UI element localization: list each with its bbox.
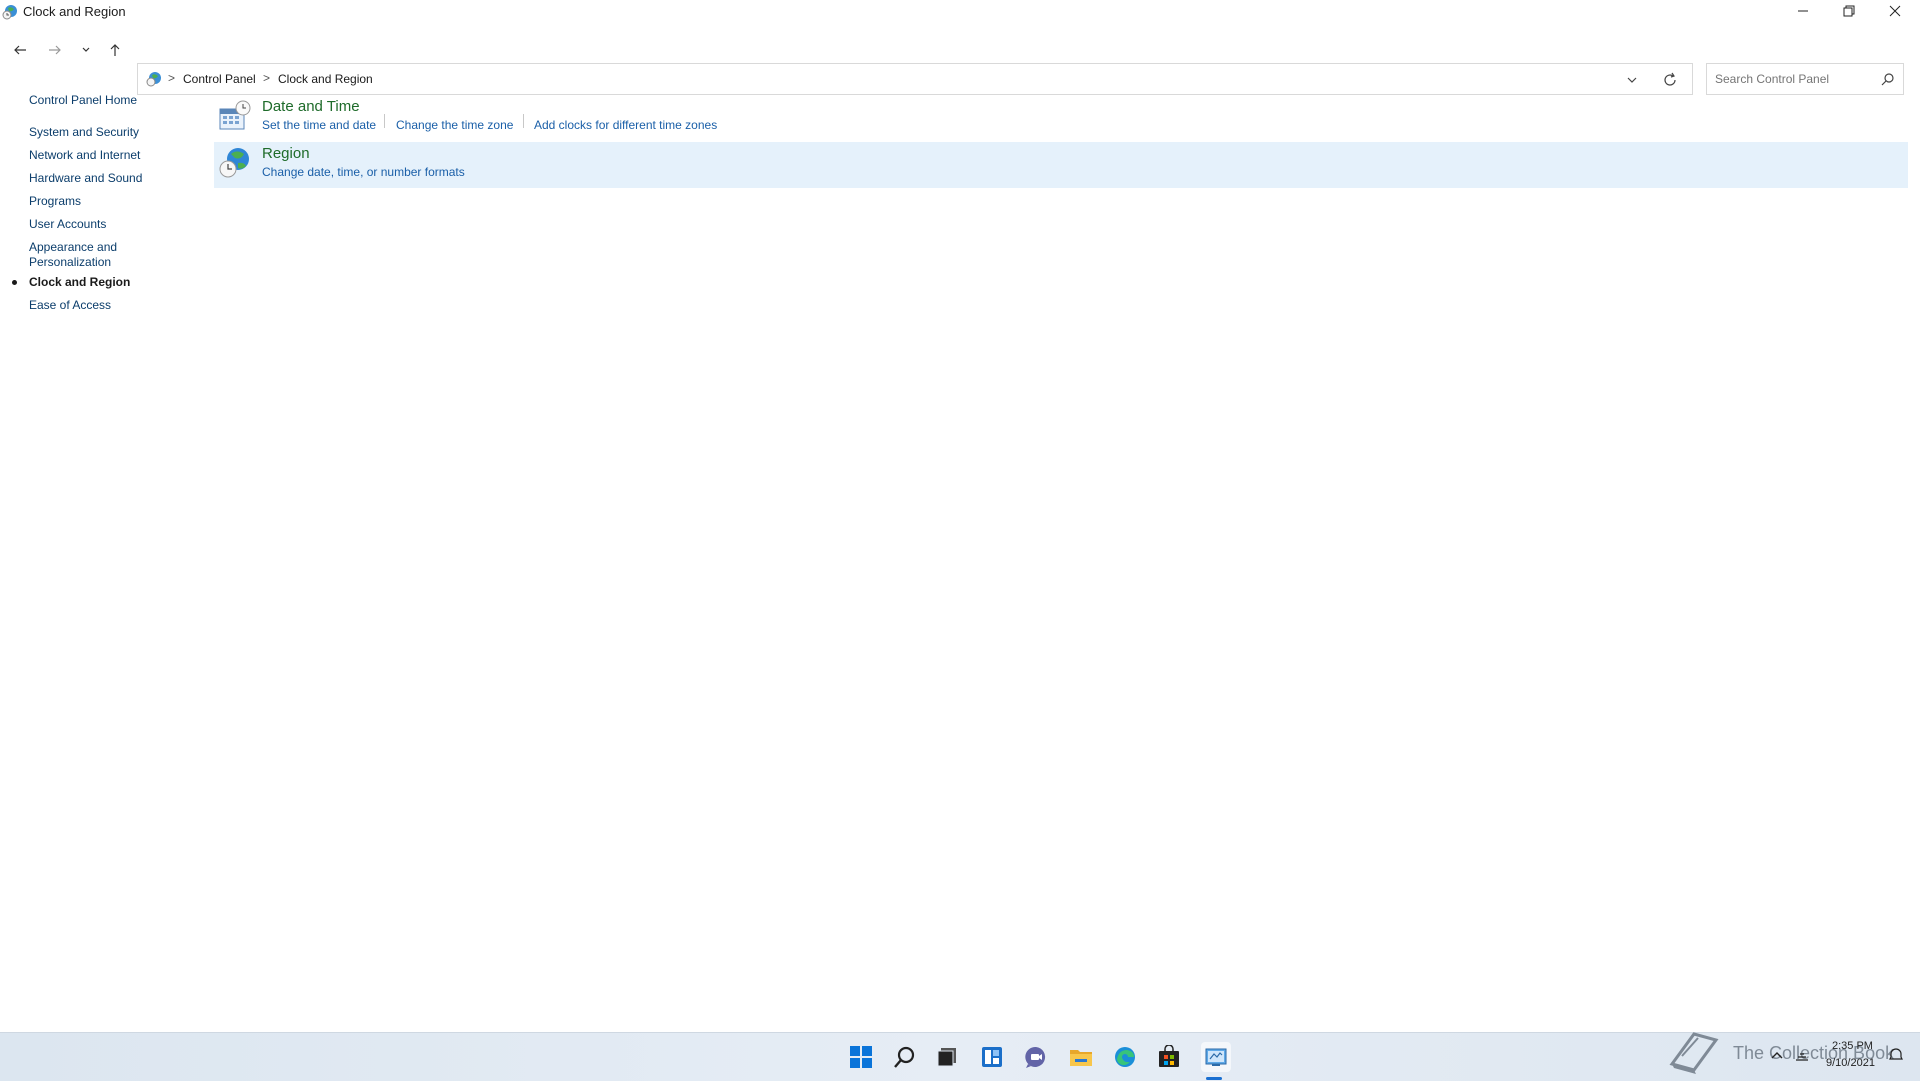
clock-time[interactable]: 2:35 PM bbox=[1832, 1040, 1873, 1052]
sidebar-item-network-and-internet[interactable]: Network and Internet bbox=[29, 148, 140, 163]
sidebar-item-control-panel-home[interactable]: Control Panel Home bbox=[29, 93, 137, 108]
minimize-button[interactable] bbox=[1780, 0, 1825, 22]
control-panel-icon bbox=[1205, 1048, 1227, 1066]
search-icon[interactable] bbox=[1881, 72, 1895, 86]
notification-icon[interactable] bbox=[1889, 1048, 1903, 1062]
search-icon bbox=[894, 1046, 915, 1068]
search-box[interactable] bbox=[1706, 63, 1904, 95]
start-button[interactable] bbox=[848, 1044, 874, 1070]
search-input[interactable] bbox=[1715, 70, 1875, 88]
store-button[interactable] bbox=[1156, 1044, 1182, 1070]
breadcrumb-clock-and-region[interactable]: Clock and Region bbox=[278, 72, 373, 86]
window-title: Clock and Region bbox=[23, 4, 126, 19]
sidebar-item-ease-of-access[interactable]: Ease of Access bbox=[29, 298, 111, 313]
link-separator bbox=[523, 114, 524, 128]
control-panel-icon bbox=[146, 72, 161, 87]
globe-clock-icon bbox=[219, 148, 249, 178]
sidebar-item-clock-and-region[interactable]: Clock and Region bbox=[29, 275, 130, 290]
category-region[interactable]: Region Change date, time, or number form… bbox=[214, 142, 1908, 188]
up-button[interactable] bbox=[105, 40, 125, 60]
task-view-icon bbox=[937, 1048, 956, 1067]
recent-locations-button[interactable] bbox=[76, 40, 96, 60]
start-icon bbox=[850, 1046, 872, 1068]
arrow-right-icon bbox=[49, 45, 61, 55]
sidebar-item-system-and-security[interactable]: System and Security bbox=[29, 125, 139, 140]
change-formats-link[interactable]: Change date, time, or number formats bbox=[262, 165, 465, 179]
edge-icon bbox=[1115, 1047, 1135, 1067]
control-panel-taskbar-button[interactable] bbox=[1201, 1042, 1231, 1072]
arrow-up-icon bbox=[110, 44, 120, 56]
refresh-icon[interactable] bbox=[1662, 72, 1678, 88]
link-separator bbox=[384, 114, 385, 128]
file-explorer-button[interactable] bbox=[1068, 1044, 1094, 1070]
control-panel-icon bbox=[2, 5, 17, 20]
clock-date[interactable]: 9/10/2021 bbox=[1826, 1057, 1875, 1069]
widgets-icon bbox=[982, 1047, 1002, 1067]
taskbar bbox=[0, 1032, 1920, 1081]
task-view-button[interactable] bbox=[934, 1044, 960, 1070]
sidebar-item-appearance-and-personalization[interactable]: Appearance and bbox=[29, 240, 117, 255]
file-explorer-icon bbox=[1070, 1050, 1092, 1066]
restore-button[interactable] bbox=[1826, 0, 1871, 22]
breadcrumb-separator: > bbox=[263, 71, 271, 85]
chevron-down-icon bbox=[82, 47, 90, 52]
sidebar-item-appearance-and-personalization-line2[interactable]: Personalization bbox=[29, 255, 111, 270]
taskbar-search-button[interactable] bbox=[892, 1044, 918, 1070]
navigation-bar: > Control Panel > Clock and Region bbox=[0, 30, 1920, 95]
chat-button[interactable] bbox=[1023, 1044, 1049, 1070]
edge-button[interactable] bbox=[1112, 1044, 1138, 1070]
chevron-down-icon[interactable] bbox=[1624, 72, 1640, 88]
network-icon[interactable] bbox=[1794, 1048, 1810, 1062]
chat-icon bbox=[1025, 1046, 1046, 1068]
store-icon bbox=[1159, 1045, 1179, 1067]
breadcrumb-separator: > bbox=[168, 71, 176, 85]
set-time-and-date-link[interactable]: Set the time and date bbox=[262, 118, 376, 132]
breadcrumb-control-panel[interactable]: Control Panel bbox=[183, 72, 256, 86]
sidebar-item-programs[interactable]: Programs bbox=[29, 194, 81, 209]
arrow-left-icon bbox=[14, 45, 26, 55]
show-hidden-icons-icon[interactable] bbox=[1770, 1050, 1784, 1060]
sidebar-item-user-accounts[interactable]: User Accounts bbox=[29, 217, 106, 232]
forward-button[interactable] bbox=[45, 40, 65, 60]
region-title[interactable]: Region bbox=[262, 145, 310, 162]
back-button[interactable] bbox=[10, 40, 30, 60]
sidebar-item-hardware-and-sound[interactable]: Hardware and Sound bbox=[29, 171, 142, 186]
restore-icon bbox=[1843, 5, 1854, 17]
close-button[interactable] bbox=[1872, 0, 1917, 22]
address-bar[interactable]: > Control Panel > Clock and Region bbox=[137, 63, 1693, 95]
change-time-zone-link[interactable]: Change the time zone bbox=[396, 118, 513, 132]
title-bar: Clock and Region bbox=[0, 0, 1920, 24]
widgets-button[interactable] bbox=[979, 1044, 1005, 1070]
active-bullet bbox=[12, 280, 17, 285]
calendar-clock-icon bbox=[219, 100, 251, 130]
date-and-time-title[interactable]: Date and Time bbox=[262, 98, 360, 115]
minimize-icon bbox=[1797, 10, 1808, 12]
book-icon bbox=[1669, 1032, 1719, 1074]
add-clocks-link[interactable]: Add clocks for different time zones bbox=[534, 118, 717, 132]
close-icon bbox=[1889, 5, 1900, 17]
category-date-and-time: Date and Time Set the time and date Chan… bbox=[214, 95, 1908, 141]
